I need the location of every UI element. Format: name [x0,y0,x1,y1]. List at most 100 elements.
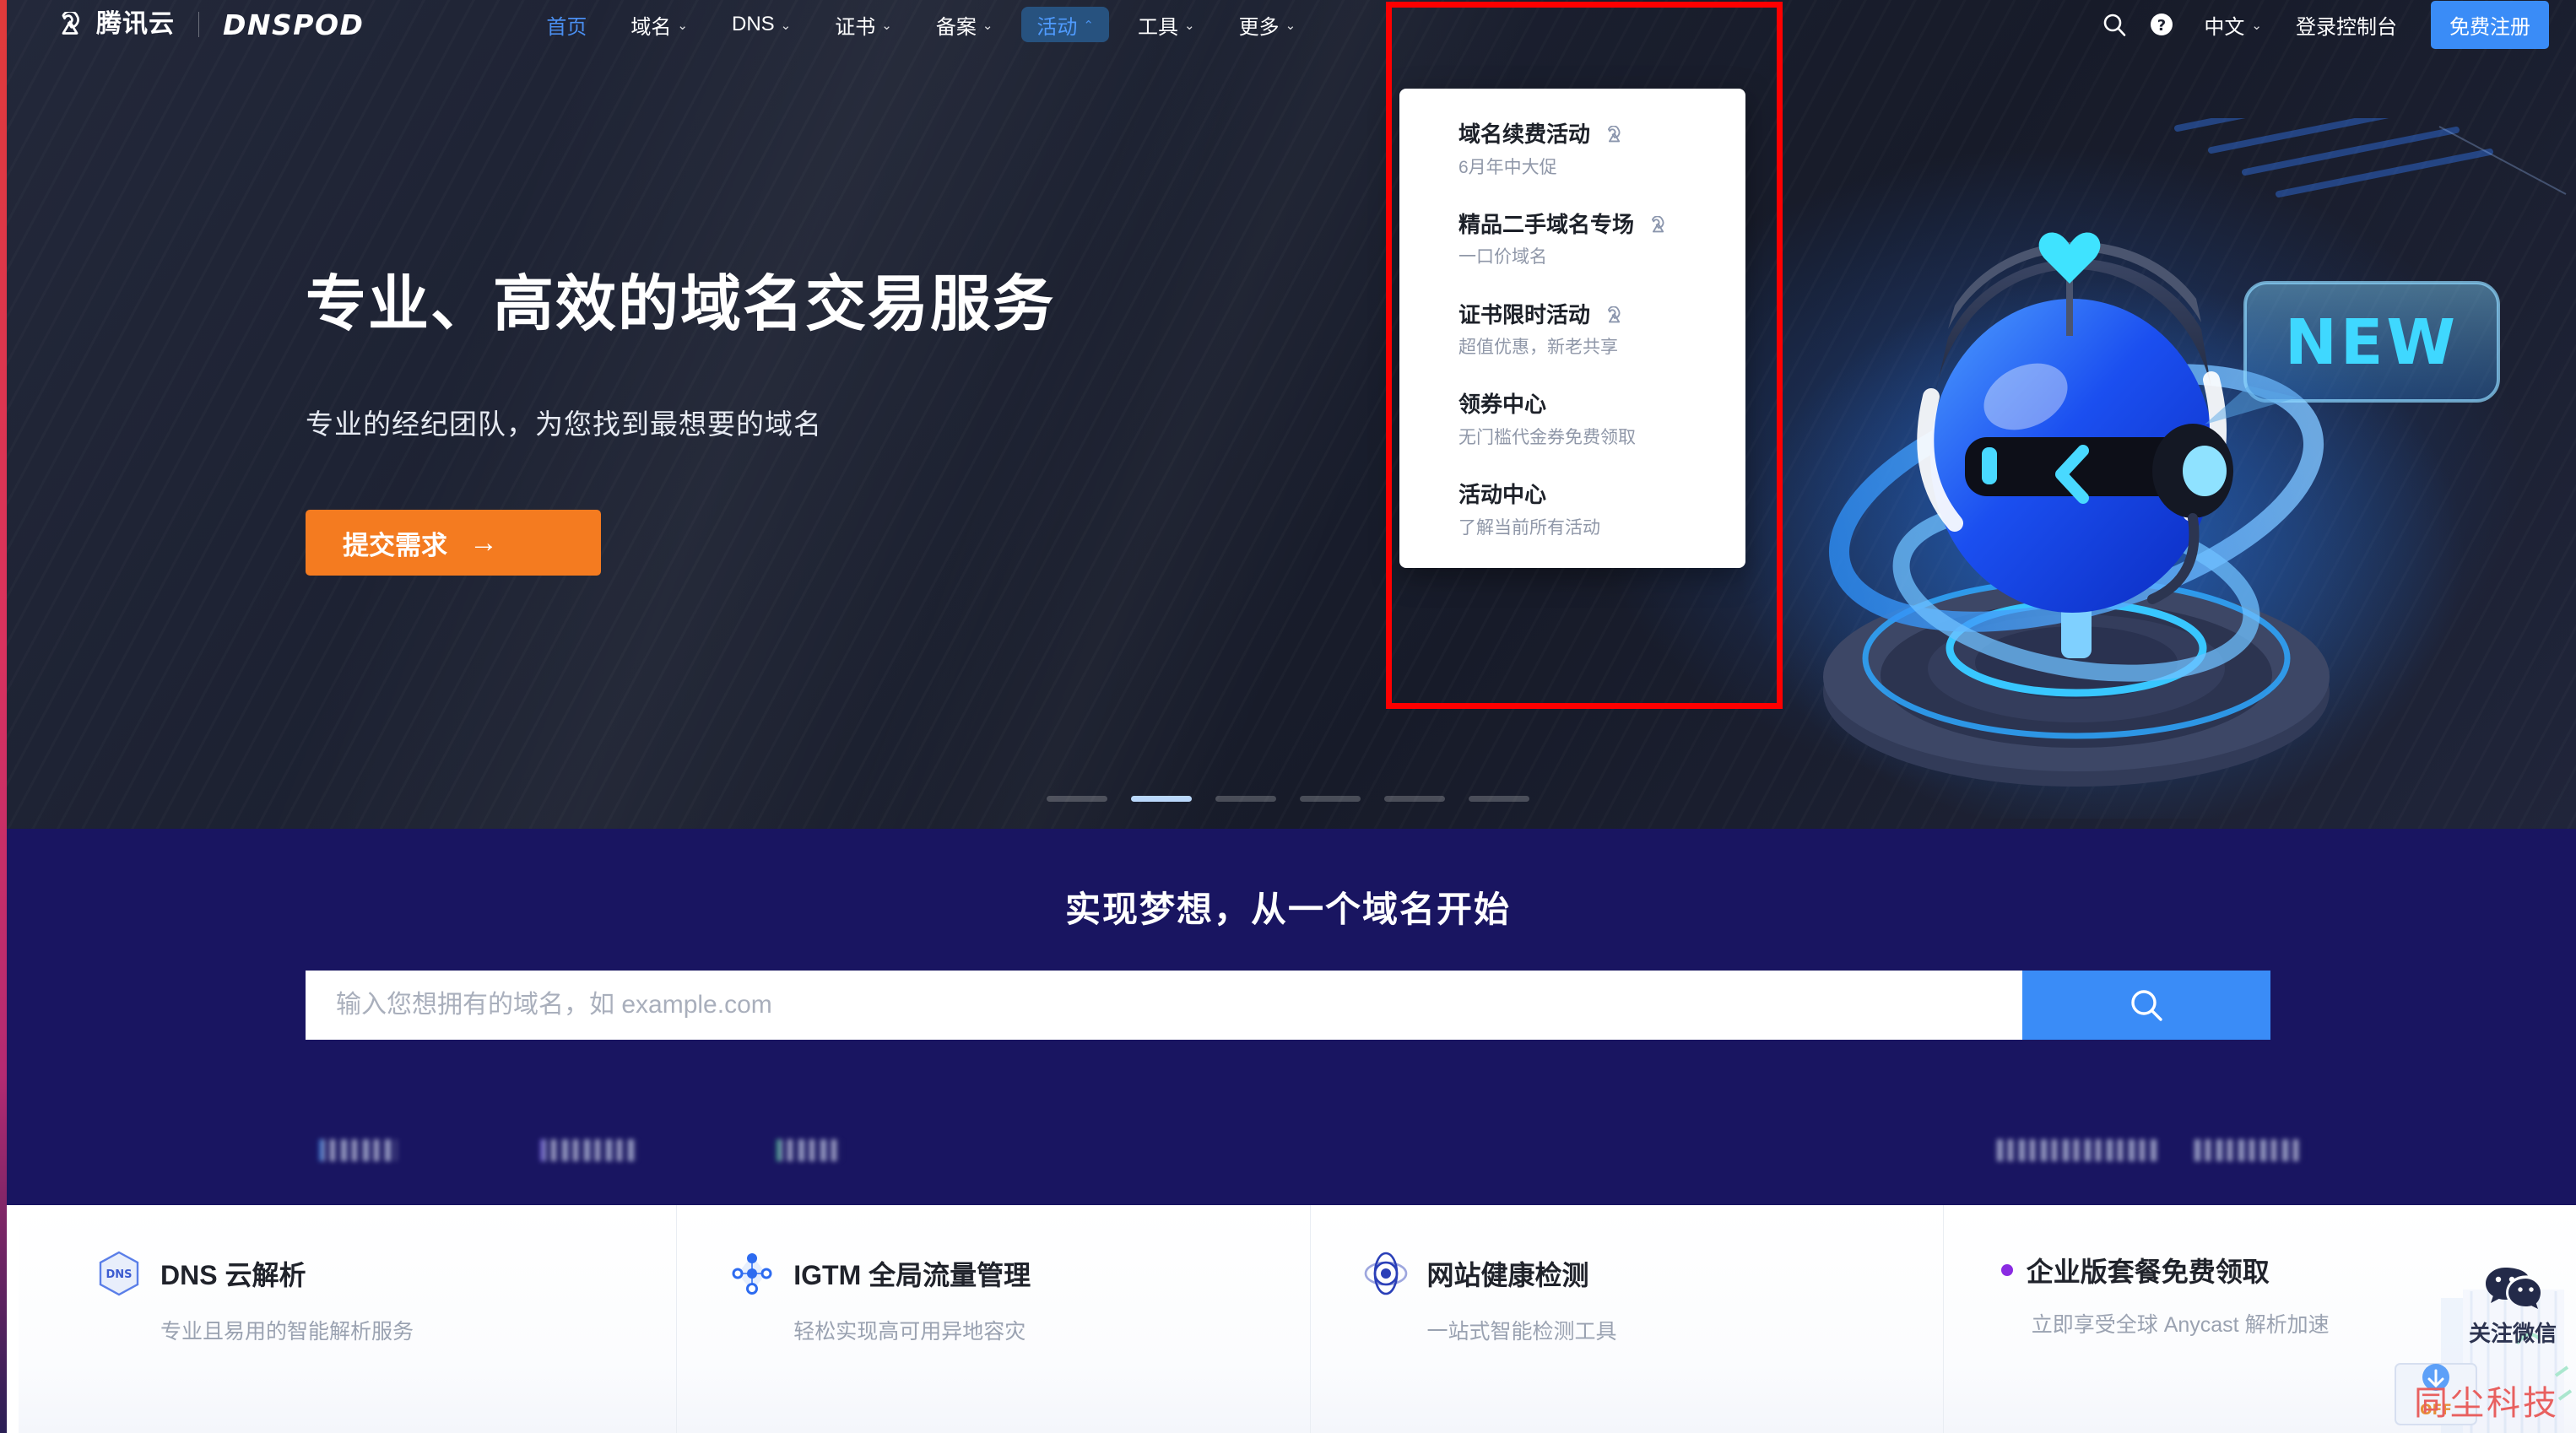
nav-item-dns[interactable]: DNS ⌄ [710,0,813,49]
dropdown-item-title: 域名续费活动 [1458,121,1745,149]
brand-logo[interactable]: 腾讯云 DNSPOD [52,11,364,39]
nav-item-more-label: 更多 [1238,15,1280,39]
header-help-button[interactable]: ? [2138,0,2185,49]
hero-copy: 专业、高效的域名交易服务 专业的经纪团队，为您找到最想要的域名 提交需求 → [306,268,1055,576]
help-circle-icon: ? [2151,14,2173,35]
hero-subtitle: 专业的经纪团队，为您找到最想要的域名 [306,408,822,441]
submit-request-label: 提交需求 [343,530,447,560]
carousel-indicators[interactable] [0,796,2576,802]
dropdown-item-title-text: 域名续费活动 [1458,122,1591,147]
header-right-actions: ? 中文 ⌄ 登录控制台 免费注册 [2091,0,2549,49]
chevron-down-icon: ⌄ [1285,18,1296,33]
dropdown-item-sub: 无门槛代金券免费领取 [1458,427,1636,447]
carousel-dot-5[interactable] [1384,796,1445,802]
hero-title: 专业、高效的域名交易服务 [306,271,1056,338]
tencent-cloud-logo-icon [1608,306,1621,323]
dropdown-item-title-text: 活动中心 [1458,482,1547,508]
dropdown-item-domain-renewal[interactable]: 域名续费活动 6月年中大促 [1399,121,1745,179]
feature-card-igtm[interactable]: IGTM 全局流量管理 轻松实现高可用异地容灾 [676,1205,1309,1433]
dropdown-item-sub: 超值优惠，新老共享 [1458,338,1618,358]
carousel-dot-4[interactable] [1300,796,1361,802]
dropdown-item-title-text: 精品二手域名专场 [1458,211,1635,237]
dropdown-item-certificate-promo[interactable]: 证书限时活动 超值优惠，新老共享 [1399,301,1745,360]
nav-item-tools[interactable]: 工具 ⌄ [1116,0,1217,49]
feature-card-title: 企业版套餐免费领取 [2026,1257,2270,1287]
censored-block-1 [319,1139,397,1161]
activity-dropdown-menu: 域名续费活动 6月年中大促 精品二手域名专场 一口价域名 证书限时活动 超值优惠… [1399,89,1745,568]
left-edge-strip [0,0,7,1433]
tencent-cloud-logo-icon [1608,126,1621,143]
purple-dot-icon [2000,1264,2013,1276]
language-selector[interactable]: 中文 ⌄ [2185,10,2281,40]
feature-card-row: DNS DNS 云解析 专业且易用的智能解析服务 IGTM 全局流量管理 轻松实… [19,1205,2576,1433]
dropdown-item-premium-aftermarket[interactable]: 精品二手域名专场 一口价域名 [1399,211,1745,269]
brand-name-dnspod: DNSPOD [223,8,365,41]
carousel-dot-2[interactable] [1131,796,1192,802]
svg-text:?: ? [2157,17,2166,35]
domain-search-bar [306,971,2270,1040]
dropdown-item-title: 证书限时活动 [1458,301,1745,329]
wechat-follow-widget[interactable]: 关注微信 [2449,1266,2576,1348]
dropdown-item-coupon-center[interactable]: 领券中心 无门槛代金券免费领取 [1399,391,1745,449]
brand-name-cn: 腾讯云 [96,10,175,38]
dropdown-item-title: 精品二手域名专场 [1458,211,1745,239]
feature-card-subtitle: 轻松实现高可用异地容灾 [793,1320,1026,1344]
carousel-dot-3[interactable] [1215,796,1276,802]
censored-info-row [0,1131,2576,1173]
free-signup-button[interactable]: 免费注册 [2431,0,2549,49]
feature-card-health-check[interactable]: 网站健康检测 一站式智能检测工具 [1309,1205,1943,1433]
domain-search-button[interactable] [2022,971,2270,1040]
search-icon [2104,14,2126,36]
carousel-dot-1[interactable] [1047,796,1107,802]
nav-item-certificate-label: 证书 [835,15,876,39]
nav-item-domain[interactable]: 域名 ⌄ [609,0,710,49]
header-search-button[interactable] [2091,0,2138,49]
wechat-icon [2486,1268,2541,1309]
console-login-link[interactable]: 登录控制台 [2281,10,2412,40]
dns-hexagon-icon: DNS [96,1251,142,1296]
feature-card-header: DNS DNS 云解析 [96,1251,676,1296]
chevron-up-icon: ⌃ [1083,18,1094,33]
nav-item-icp-filing-label: 备案 [935,15,977,39]
nav-item-dns-label: DNS [732,13,775,35]
tencent-cloud-logo-icon [62,12,79,35]
feature-card-subtitle: 一站式智能检测工具 [1426,1320,1617,1344]
search-section-title: 实现梦想，从一个域名开始 [1064,890,1511,929]
censored-block-5 [2194,1139,2303,1161]
nav-item-domain-label: 域名 [630,15,672,39]
site-header: 腾讯云 DNSPOD 首页 域名 ⌄ DNS ⌄ 证书 ⌄ 备案 ⌄ 活动 ⌃ … [0,0,2576,49]
feature-card-title: IGTM 全局流量管理 [793,1260,1031,1290]
nav-item-activity[interactable]: 活动 ⌃ [1015,0,1116,49]
watermark-text: 同尘科技 [2414,1384,2559,1422]
search-icon [2131,990,2162,1021]
feature-card-title: 网站健康检测 [1426,1260,1589,1290]
feature-card-header: 网站健康检测 [1363,1251,1943,1296]
censored-block-4 [1997,1139,2157,1161]
chevron-down-icon: ⌄ [982,18,993,33]
submit-request-button[interactable]: 提交需求 → [306,510,601,576]
nav-item-icp-filing[interactable]: 备案 ⌄ [914,0,1015,49]
domain-search-input[interactable] [306,971,2022,1040]
nav-item-home-label: 首页 [546,15,587,39]
chevron-down-icon: ⌄ [677,18,688,33]
nav-item-certificate[interactable]: 证书 ⌄ [813,0,914,49]
chevron-down-icon: ⌄ [780,18,792,33]
nav-item-activity-label: 活动 [1036,15,1078,39]
feature-card-dns[interactable]: DNS DNS 云解析 专业且易用的智能解析服务 [19,1205,676,1433]
dropdown-item-title-text: 证书限时活动 [1458,301,1591,327]
arrow-right-icon: → [469,527,498,560]
nav-item-home[interactable]: 首页 [524,0,609,49]
robot-illustration: NEW [1739,118,2567,819]
health-monitor-icon [1363,1251,1409,1296]
svg-text:DNS: DNS [106,1268,132,1281]
dropdown-item-title-text: 领券中心 [1458,392,1547,418]
dropdown-item-sub: 6月年中大促 [1458,157,1557,177]
nav-item-more[interactable]: 更多 ⌄ [1217,0,1318,49]
dropdown-item-sub: 了解当前所有活动 [1458,517,1600,538]
main-nav: 首页 域名 ⌄ DNS ⌄ 证书 ⌄ 备案 ⌄ 活动 ⌃ 工具 ⌄ 更多 ⌄ [524,0,1318,49]
hero-banner: NEW 专业、高效的域名交易服务 专业的经纪团队，为您找到最想要的域名 提交需求… [0,0,2576,829]
chevron-down-icon: ⌄ [881,18,892,33]
dropdown-item-activity-center[interactable]: 活动中心 了解当前所有活动 [1399,481,1745,539]
carousel-dot-6[interactable] [1469,796,1529,802]
feature-card-header: IGTM 全局流量管理 [729,1251,1309,1296]
